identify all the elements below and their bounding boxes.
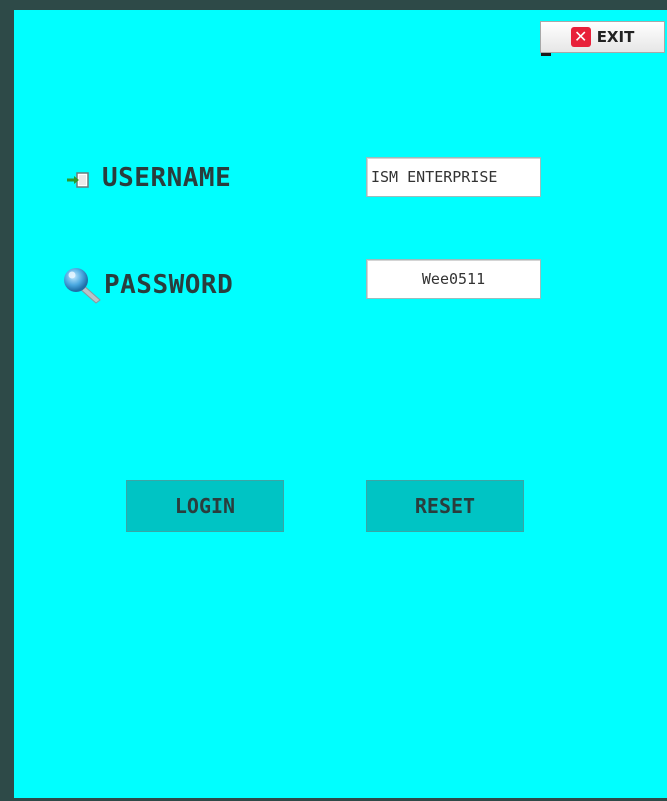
login-panel — [14, 10, 667, 798]
window-frame: ✕ EXIT USERNAME PASSWORD LOGIN RESET — [0, 0, 667, 801]
key-icon — [64, 268, 101, 304]
exit-button[interactable]: ✕ EXIT — [540, 21, 665, 56]
exit-button-label: EXIT — [596, 28, 635, 46]
password-label: PASSWORD — [104, 270, 234, 300]
close-x-icon: ✕ — [570, 27, 591, 47]
login-button[interactable]: LOGIN — [126, 480, 284, 532]
username-field[interactable] — [366, 157, 541, 197]
password-field[interactable] — [366, 259, 541, 299]
username-label: USERNAME — [102, 163, 232, 193]
login-arrow-icon — [67, 172, 89, 188]
reset-button[interactable]: RESET — [366, 480, 524, 532]
